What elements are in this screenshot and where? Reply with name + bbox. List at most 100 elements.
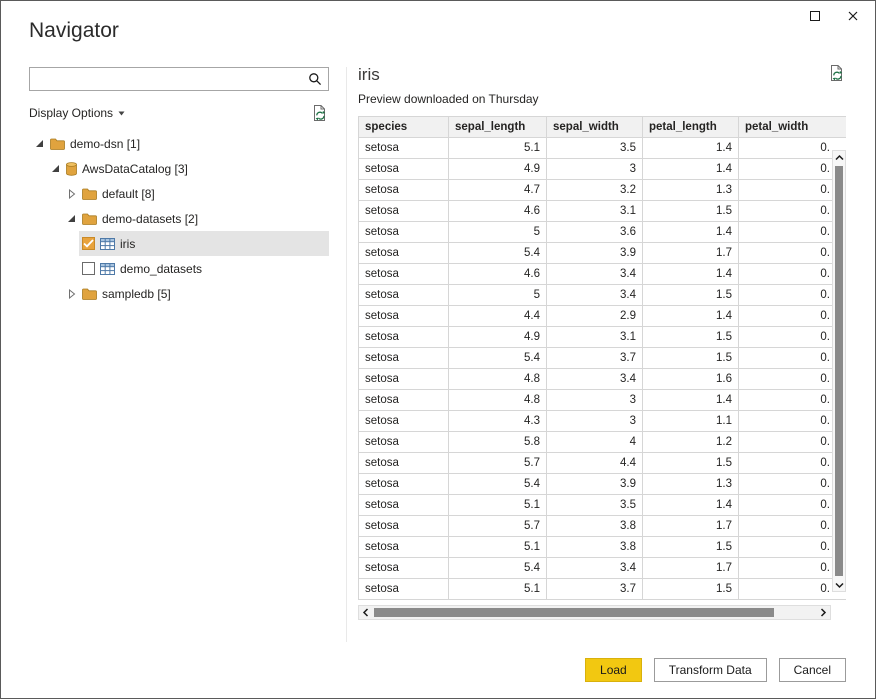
table-header-row: speciessepal_lengthsepal_widthpetal_leng… — [359, 117, 847, 138]
table-cell: 3.4 — [547, 285, 643, 306]
table-cell: 0. — [739, 516, 847, 537]
table-row: setosa5.13.71.50. — [359, 579, 847, 600]
collapse-arrow-icon[interactable] — [34, 139, 45, 148]
table-cell: 1.4 — [643, 222, 739, 243]
table-cell: 3 — [547, 159, 643, 180]
panel-divider — [346, 67, 347, 642]
checkbox-checked[interactable] — [82, 237, 95, 250]
search-box — [29, 67, 329, 91]
table-cell: 3 — [547, 411, 643, 432]
table-cell: 3.9 — [547, 243, 643, 264]
scroll-up-icon[interactable] — [832, 151, 846, 164]
tree-indent — [29, 256, 79, 281]
search-icon[interactable] — [302, 68, 328, 90]
table-cell: 1.5 — [643, 348, 739, 369]
table-cell: 3.1 — [547, 201, 643, 222]
table-cell: setosa — [359, 390, 449, 411]
table-row: setosa5.43.91.30. — [359, 474, 847, 495]
table-row: setosa4.42.91.40. — [359, 306, 847, 327]
expand-arrow-icon[interactable] — [66, 289, 77, 299]
table-cell: 1.7 — [643, 243, 739, 264]
table-cell: 1.4 — [643, 264, 739, 285]
table-cell: setosa — [359, 138, 449, 159]
vertical-scrollbar[interactable] — [832, 150, 846, 592]
table-cell: setosa — [359, 327, 449, 348]
close-icon — [848, 11, 858, 21]
tree-item-awsdatacatalog-3[interactable]: AwsDataCatalog [3] — [29, 156, 329, 181]
table-cell: 4.4 — [547, 453, 643, 474]
scroll-down-icon[interactable] — [832, 578, 846, 591]
table-cell: 1.4 — [643, 138, 739, 159]
cancel-button[interactable]: Cancel — [779, 658, 846, 682]
refresh-preview-icon[interactable] — [829, 65, 846, 81]
tree-item-iris[interactable]: iris — [29, 231, 329, 256]
search-input[interactable] — [30, 68, 302, 90]
preview-table-container: speciessepal_lengthsepal_widthpetal_leng… — [358, 116, 846, 600]
table-cell: setosa — [359, 285, 449, 306]
table-cell: 5.1 — [449, 579, 547, 600]
tree-item-label: sampledb [5] — [102, 287, 171, 301]
table-cell: 0. — [739, 558, 847, 579]
tree-indent — [29, 206, 63, 231]
horizontal-scroll-thumb[interactable] — [374, 608, 774, 617]
table-cell: 4.6 — [449, 264, 547, 285]
close-button[interactable] — [841, 6, 865, 26]
scroll-left-icon[interactable] — [359, 606, 373, 619]
tree-item-demo-datasets-2[interactable]: demo-datasets [2] — [29, 206, 329, 231]
table-row: setosa4.73.21.30. — [359, 180, 847, 201]
table-cell: 5.4 — [449, 243, 547, 264]
table-cell: 5 — [449, 285, 547, 306]
table-row: setosa4.63.41.40. — [359, 264, 847, 285]
table-cell: 0. — [739, 411, 847, 432]
expand-arrow-icon[interactable] — [66, 189, 77, 199]
table-row: setosa5.43.41.70. — [359, 558, 847, 579]
table-cell: setosa — [359, 201, 449, 222]
tree-item-demo-datasets[interactable]: demo_datasets — [29, 256, 329, 281]
display-options-dropdown[interactable]: Display Options — [29, 106, 125, 120]
collapse-arrow-icon[interactable] — [50, 164, 61, 173]
table-cell: 0. — [739, 138, 847, 159]
table-cell: 0. — [739, 285, 847, 306]
table-cell: 1.7 — [643, 558, 739, 579]
table-cell: 5.1 — [449, 495, 547, 516]
tree-item-label: demo-datasets [2] — [102, 212, 198, 226]
table-cell: 5.1 — [449, 138, 547, 159]
table-row: setosa4.93.11.50. — [359, 327, 847, 348]
dialog-title: Navigator — [29, 19, 119, 43]
checkbox-unchecked[interactable] — [82, 262, 95, 275]
preview-panel: iris Preview downloaded on Thursday spec… — [358, 65, 846, 620]
table-cell: setosa — [359, 180, 449, 201]
source-tree: demo-dsn [1]AwsDataCatalog [3]default [8… — [29, 131, 329, 306]
tree-item-default-8[interactable]: default [8] — [29, 181, 329, 206]
table-cell: 1.5 — [643, 453, 739, 474]
table-cell: 1.4 — [643, 390, 739, 411]
scroll-right-icon[interactable] — [816, 606, 830, 619]
table-cell: 4.8 — [449, 369, 547, 390]
table-cell: 0. — [739, 369, 847, 390]
horizontal-scrollbar[interactable] — [358, 605, 831, 620]
table-cell: 5.7 — [449, 516, 547, 537]
refresh-icon[interactable] — [312, 105, 329, 121]
table-row: setosa53.61.40. — [359, 222, 847, 243]
table-cell: 3.1 — [547, 327, 643, 348]
database-icon — [66, 162, 77, 176]
table-row: setosa4.83.41.60. — [359, 369, 847, 390]
table-cell: 0. — [739, 243, 847, 264]
maximize-button[interactable] — [803, 6, 827, 26]
table-cell: 0. — [739, 327, 847, 348]
tree-item-demo-dsn-1[interactable]: demo-dsn [1] — [29, 131, 329, 156]
tree-indent — [29, 181, 63, 206]
load-button[interactable]: Load — [585, 658, 642, 682]
table-cell: 1.5 — [643, 201, 739, 222]
table-cell: 0. — [739, 159, 847, 180]
tree-item-sampledb-5[interactable]: sampledb [5] — [29, 281, 329, 306]
transform-data-button[interactable]: Transform Data — [654, 658, 767, 682]
collapse-arrow-icon[interactable] — [66, 214, 77, 223]
table-row: setosa4.63.11.50. — [359, 201, 847, 222]
vertical-scroll-thumb[interactable] — [835, 166, 843, 576]
table-row: setosa53.41.50. — [359, 285, 847, 306]
navigator-sidebar: Display Options demo-dsn [1]AwsDataCatal… — [29, 67, 329, 306]
table-cell: 0. — [739, 390, 847, 411]
tree-item-content: demo-datasets [2] — [63, 206, 329, 231]
table-icon — [100, 263, 115, 275]
